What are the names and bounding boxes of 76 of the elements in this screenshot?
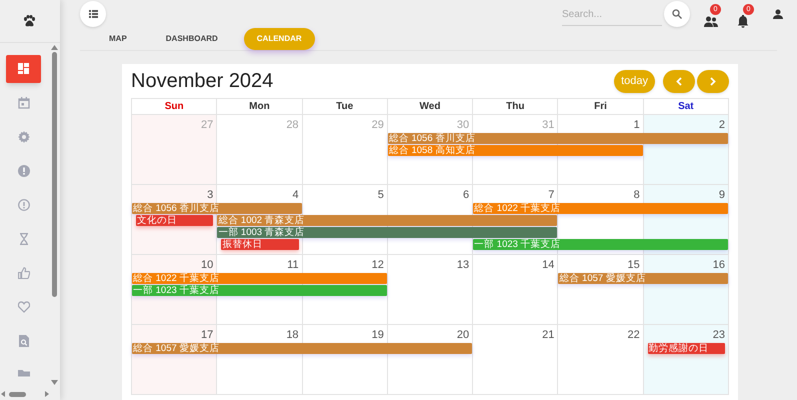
- day-number: 10: [200, 258, 214, 273]
- day-number: 13: [456, 258, 470, 273]
- day-number: 5: [376, 188, 385, 203]
- scroll-right-icon[interactable]: [45, 391, 49, 397]
- day-number: 3: [206, 188, 214, 203]
- holiday-event[interactable]: 勤労感謝の日: [648, 343, 725, 354]
- calendar-event[interactable]: 総合 1022 千葉支店: [132, 273, 387, 284]
- tab[interactable]: CALENDAR: [244, 28, 315, 50]
- calendar-event[interactable]: 総合 1057 愛媛支店: [132, 343, 472, 354]
- scroll-left-icon[interactable]: [1, 391, 5, 397]
- day-number: 31: [541, 118, 556, 133]
- day-number: 2: [718, 118, 726, 133]
- calendar-icon: [18, 97, 30, 109]
- day-number: 29: [370, 118, 385, 133]
- heart-icon: [18, 301, 30, 313]
- alert-icon: [18, 165, 30, 177]
- paw-icon: [22, 15, 36, 27]
- day-number: 23: [712, 328, 726, 343]
- day-number: 6: [462, 188, 470, 203]
- holiday-event[interactable]: 文化の日: [136, 215, 214, 226]
- next-button[interactable]: [697, 70, 729, 92]
- gear-icon: [18, 131, 30, 143]
- calendar-event[interactable]: 総合 1058 高知支店: [388, 145, 643, 156]
- search-icon: [672, 9, 682, 19]
- day-number: 28: [285, 118, 300, 133]
- day-number: 11: [286, 258, 300, 273]
- tab[interactable]: MAP: [96, 28, 140, 50]
- calendar-event[interactable]: 総合 1057 愛媛支店: [558, 273, 728, 284]
- day-number: 21: [541, 328, 556, 343]
- calendar-event[interactable]: 総合 1002 青森支店: [217, 215, 558, 226]
- person-icon[interactable]: [773, 9, 783, 19]
- day-number: 4: [291, 188, 300, 203]
- sidebar-item[interactable]: [6, 55, 41, 83]
- bell-icon[interactable]: [737, 15, 749, 28]
- scroll-down-icon[interactable]: [50, 380, 58, 385]
- chevron-left-icon: [676, 76, 682, 86]
- menu-button[interactable]: [80, 1, 106, 27]
- day-number: 14: [541, 258, 556, 273]
- holiday-event[interactable]: 振替休日: [221, 239, 299, 250]
- previous-button[interactable]: [663, 70, 695, 92]
- today-button[interactable]: today: [614, 70, 655, 92]
- calendar-event[interactable]: 一部 1003 青森支店: [217, 227, 558, 238]
- chevron-right-icon: [710, 76, 716, 86]
- tab[interactable]: DASHBOARD: [152, 28, 231, 50]
- day-number: 17: [200, 328, 214, 343]
- day-number: 27: [200, 118, 214, 133]
- day-number: 1: [632, 118, 641, 133]
- day-number: 12: [370, 258, 385, 273]
- search-field[interactable]: Search...: [562, 4, 662, 26]
- dashboard-icon: [18, 63, 30, 75]
- day-number: 18: [285, 328, 300, 343]
- list-icon: [88, 10, 98, 18]
- calendar-event[interactable]: 総合 1056 香川支店: [132, 203, 302, 214]
- search-button[interactable]: [664, 1, 690, 27]
- calendar-event[interactable]: 総合 1056 香川支店: [388, 133, 728, 144]
- alert-outline-icon: [18, 199, 30, 211]
- thumbs-up-icon: [18, 267, 30, 279]
- calendar-event[interactable]: 一部 1023 千葉支店: [132, 285, 387, 296]
- day-number: 7: [547, 188, 556, 203]
- group-icon[interactable]: [704, 16, 718, 28]
- day-number: 8: [632, 188, 641, 203]
- calendar-event[interactable]: 一部 1023 千葉支店: [473, 239, 728, 250]
- file-search-icon: [18, 335, 30, 347]
- day-number: 19: [370, 328, 385, 343]
- day-number: 22: [626, 328, 641, 343]
- horizontal-scrollbar-thumb[interactable]: [9, 392, 26, 396]
- day-number: 9: [718, 188, 726, 203]
- day-number: 20: [456, 328, 470, 343]
- day-number: 30: [456, 118, 470, 133]
- calendar-title: November 2024: [131, 69, 274, 94]
- hourglass-icon: [18, 233, 30, 245]
- day-number: 15: [626, 258, 641, 273]
- day-number: 16: [712, 258, 726, 273]
- scrollbar-thumb[interactable]: [52, 52, 56, 297]
- calendar-event[interactable]: 総合 1022 千葉支店: [473, 203, 728, 214]
- scroll-up-icon[interactable]: [50, 45, 58, 50]
